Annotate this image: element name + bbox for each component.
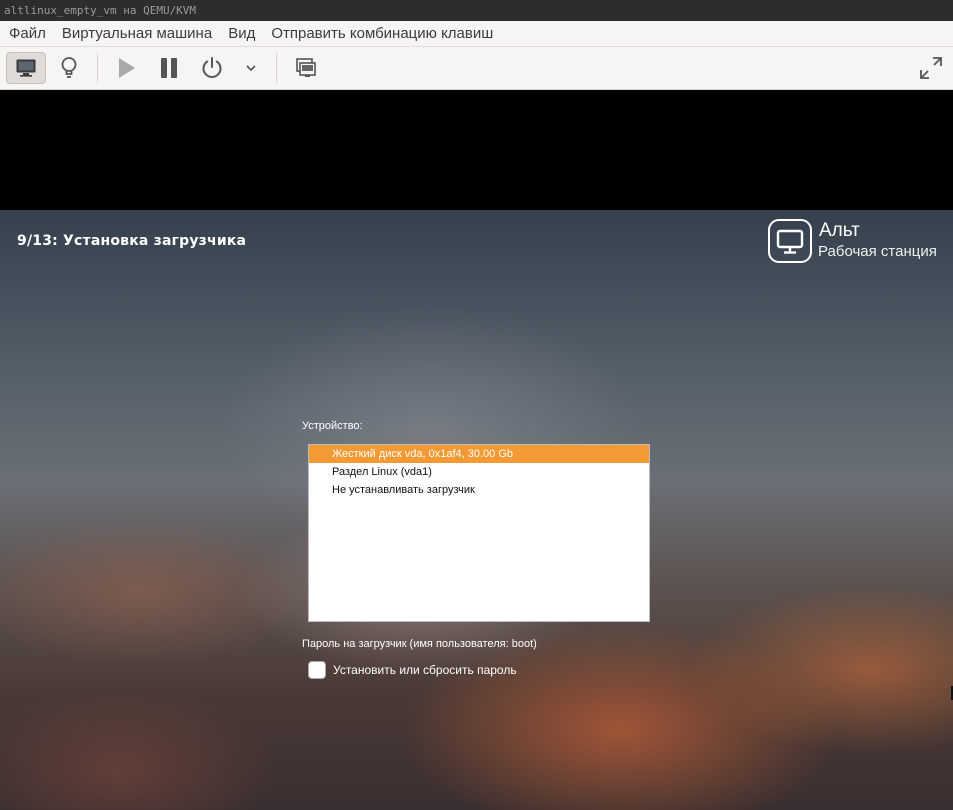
lightbulb-icon bbox=[61, 57, 77, 78]
set-password-checkbox[interactable] bbox=[308, 661, 326, 679]
menu-send-key[interactable]: Отправить комбинацию клавиш bbox=[263, 25, 501, 42]
vm-display[interactable]: 9/13: Установка загрузчика Альт Рабочая … bbox=[0, 210, 953, 810]
pause-button[interactable] bbox=[153, 52, 185, 84]
toolbar-separator bbox=[276, 53, 277, 83]
play-icon bbox=[119, 58, 135, 78]
set-password-checkbox-label[interactable]: Установить или сбросить пароль bbox=[333, 663, 517, 677]
pause-icon bbox=[161, 58, 177, 78]
bootloader-password-label: Пароль на загрузчик (имя пользователя: b… bbox=[302, 638, 537, 650]
menu-view[interactable]: Вид bbox=[220, 25, 263, 42]
window-title: altlinux_empty_vm на QEMU/KVM bbox=[0, 0, 953, 21]
menubar: Файл Виртуальная машина Вид Отправить ко… bbox=[0, 21, 953, 47]
device-list[interactable]: Жесткий диск vda, 0x1af4, 30.00 Gb Разде… bbox=[308, 444, 650, 622]
menu-virtual-machine[interactable]: Виртуальная машина bbox=[54, 25, 220, 42]
fullscreen-button[interactable] bbox=[914, 52, 948, 84]
snapshots-button[interactable] bbox=[290, 52, 322, 84]
device-item-vda1[interactable]: Раздел Linux (vda1) bbox=[309, 463, 649, 481]
alt-logo-name: Альт bbox=[819, 220, 860, 241]
alt-logo-subtitle: Рабочая станция bbox=[818, 243, 937, 260]
toolbar bbox=[0, 47, 953, 90]
shutdown-menu-button[interactable] bbox=[240, 52, 262, 84]
alt-logo: Альт Рабочая станция bbox=[768, 219, 953, 267]
step-title: 9/13: Установка загрузчика bbox=[17, 233, 247, 249]
fullscreen-icon bbox=[920, 57, 942, 79]
details-button[interactable] bbox=[53, 52, 85, 84]
menu-file[interactable]: Файл bbox=[0, 25, 54, 42]
device-label: Устройство: bbox=[302, 420, 363, 432]
toolbar-separator bbox=[97, 53, 98, 83]
power-icon bbox=[202, 57, 222, 79]
snapshots-icon bbox=[296, 58, 316, 77]
chevron-down-icon bbox=[246, 65, 256, 72]
alt-logo-mark bbox=[768, 219, 812, 263]
vm-display-letterbox bbox=[0, 90, 953, 210]
console-button[interactable] bbox=[6, 52, 46, 84]
device-item-vda[interactable]: Жесткий диск vda, 0x1af4, 30.00 Gb bbox=[309, 445, 649, 463]
monitor-icon bbox=[16, 59, 36, 77]
device-item-none[interactable]: Не устанавливать загрузчик bbox=[309, 481, 649, 499]
run-button[interactable] bbox=[110, 52, 142, 84]
shutdown-button[interactable] bbox=[196, 52, 228, 84]
